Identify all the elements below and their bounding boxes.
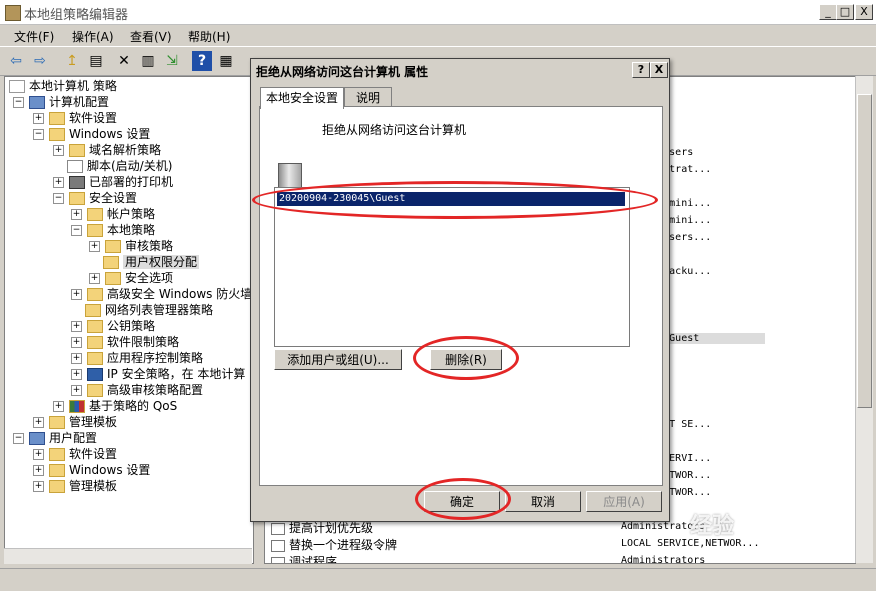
tree-ipsec[interactable]: + IP 安全策略，在 本地计算 <box>71 366 245 382</box>
folder-icon <box>49 416 65 429</box>
folder-icon <box>105 272 121 285</box>
folder-icon <box>85 304 101 317</box>
tree-windows-settings[interactable]: − Windows 设置 <box>33 126 150 142</box>
app-icon <box>5 5 21 21</box>
help-icon[interactable]: ? <box>192 51 212 71</box>
dialog-close-button[interactable]: X <box>650 62 668 78</box>
dialog-help-button[interactable]: ? <box>632 62 650 78</box>
scrollbar-thumb[interactable] <box>857 94 872 408</box>
menu-file[interactable]: 文件(F) <box>14 28 54 45</box>
tree-user-software[interactable]: + 软件设置 <box>33 446 117 462</box>
table-cell: Administrators <box>621 555 706 564</box>
watermark-text: 经验 <box>690 514 735 539</box>
policy-tree: 本地计算机 策略 − 计算机配置 + 软件设置 − Windows 设置 + 域名解析策… <box>4 76 254 564</box>
tree-root[interactable]: 本地计算机 策略 <box>9 78 117 94</box>
maximize-button[interactable]: □ <box>836 4 854 20</box>
tree-local-policy[interactable]: − 本地策略 <box>71 222 155 238</box>
apply-button[interactable]: 应用(A) <box>586 491 662 512</box>
computer-icon <box>29 96 45 109</box>
export-icon[interactable]: ⇲ <box>162 51 182 71</box>
cancel-button[interactable]: 取消 <box>505 491 581 512</box>
folder-icon <box>103 256 119 269</box>
menu-view[interactable]: 查看(V) <box>130 28 172 45</box>
tree-software-settings[interactable]: + 软件设置 <box>33 110 117 126</box>
tree-netlist[interactable]: 网络列表管理器策略 <box>85 302 213 318</box>
folder-icon <box>87 384 103 397</box>
tab-local-security[interactable]: 本地安全设置 <box>260 87 344 109</box>
menu-help[interactable]: 帮助(H) <box>188 28 230 45</box>
folder-icon <box>87 208 103 221</box>
tree-admin-templates[interactable]: + 管理模板 <box>33 414 117 430</box>
annotation-ring <box>252 181 658 219</box>
tree-pubkey[interactable]: + 公钥策略 <box>71 318 155 334</box>
printer-icon <box>69 176 85 189</box>
back-icon[interactable]: ⇦ <box>6 51 26 71</box>
tree-adv-audit[interactable]: + 高级审核策略配置 <box>71 382 203 398</box>
policy-icon <box>271 539 285 552</box>
forward-icon[interactable]: ⇨ <box>30 51 50 71</box>
tree-security[interactable]: − 安全设置 <box>53 190 137 206</box>
tree-user-rights[interactable]: 用户权限分配 <box>103 254 200 270</box>
tree-audit-policy[interactable]: + 审核策略 <box>89 238 173 254</box>
tree-printers[interactable]: + 已部署的打印机 <box>53 174 173 190</box>
delete-icon[interactable]: ✕ <box>114 51 134 71</box>
folder-icon <box>49 448 65 461</box>
chart-icon <box>69 400 85 413</box>
tree-account-policy[interactable]: + 帐户策略 <box>71 206 155 222</box>
folder-icon <box>49 112 65 125</box>
tree-scripts[interactable]: 脚本(启动/关机) <box>67 158 172 174</box>
tree-security-options[interactable]: + 安全选项 <box>89 270 173 286</box>
tree-computer-config[interactable]: − 计算机配置 <box>13 94 109 110</box>
collapse-icon[interactable]: − <box>13 97 24 108</box>
shield-icon <box>87 368 103 381</box>
status-bar <box>0 568 876 591</box>
folder-icon <box>87 320 103 333</box>
properties-dialog: 拒绝从网络访问这台计算机 属性 ? X 本地安全设置 说明 拒绝从网络访问这台计… <box>250 58 670 522</box>
tree-software-restriction[interactable]: + 软件限制策略 <box>71 334 179 350</box>
annotation-ring <box>413 336 519 380</box>
tree-dns[interactable]: + 域名解析策略 <box>53 142 161 158</box>
policy-icon <box>271 556 285 563</box>
up-folder-icon[interactable]: ↥ <box>62 51 82 71</box>
tree-applocker[interactable]: + 应用程序控制策略 <box>71 350 203 366</box>
close-button[interactable]: X <box>855 4 873 20</box>
folder-icon <box>87 288 103 301</box>
tree-user-config[interactable]: − 用户配置 <box>13 430 97 446</box>
tab-explain[interactable]: 说明 <box>344 87 392 108</box>
tree-qos[interactable]: + 基于策略的 QoS <box>53 398 177 414</box>
table-row[interactable]: 替换一个进程级令牌 <box>271 536 397 553</box>
properties-icon[interactable]: ▥ <box>138 51 158 71</box>
folder-icon <box>49 464 65 477</box>
folder-icon <box>49 480 65 493</box>
tree-firewall[interactable]: + 高级安全 Windows 防火墙 <box>71 286 252 302</box>
minimize-button[interactable]: _ <box>819 4 837 20</box>
dialog-titlebar: 拒绝从网络访问这台计算机 属性 ? X <box>251 59 669 81</box>
window-title: 本地组策略编辑器 <box>24 8 129 23</box>
add-user-button[interactable]: 添加用户或组(U)... <box>274 349 402 370</box>
window-titlebar: 本地组策略编辑器 _ □ X <box>0 0 876 25</box>
tab-panel: 拒绝从网络访问这台计算机 20200904-230045\Guest 添加用户或… <box>259 106 663 486</box>
show-pane-icon[interactable]: ▦ <box>216 51 236 71</box>
user-icon <box>29 432 45 445</box>
folder-icon <box>105 240 121 253</box>
dialog-title: 拒绝从网络访问这台计算机 属性 <box>256 65 429 79</box>
tree-horizontal-scrollbar[interactable] <box>4 548 252 564</box>
folder-icon <box>87 224 103 237</box>
folder-icon <box>69 144 85 157</box>
table-row[interactable]: 调试程序 <box>271 553 337 563</box>
folder-icon <box>87 352 103 365</box>
menu-bar: 文件(F) 操作(A) 查看(V) 帮助(H) <box>0 25 876 45</box>
folder-icon <box>49 128 65 141</box>
tree-user-windows[interactable]: + Windows 设置 <box>33 462 150 478</box>
policy-icon <box>271 522 285 535</box>
annotation-ring <box>415 478 511 520</box>
document-icon <box>9 80 25 93</box>
menu-action[interactable]: 操作(A) <box>72 28 114 45</box>
show-tree-icon[interactable]: ▤ <box>86 51 106 71</box>
script-icon <box>67 160 83 173</box>
policy-name: 拒绝从网络访问这台计算机 <box>322 123 467 137</box>
security-folder-icon <box>69 192 85 205</box>
folder-icon <box>87 336 103 349</box>
tree-user-admin[interactable]: + 管理模板 <box>33 478 117 494</box>
